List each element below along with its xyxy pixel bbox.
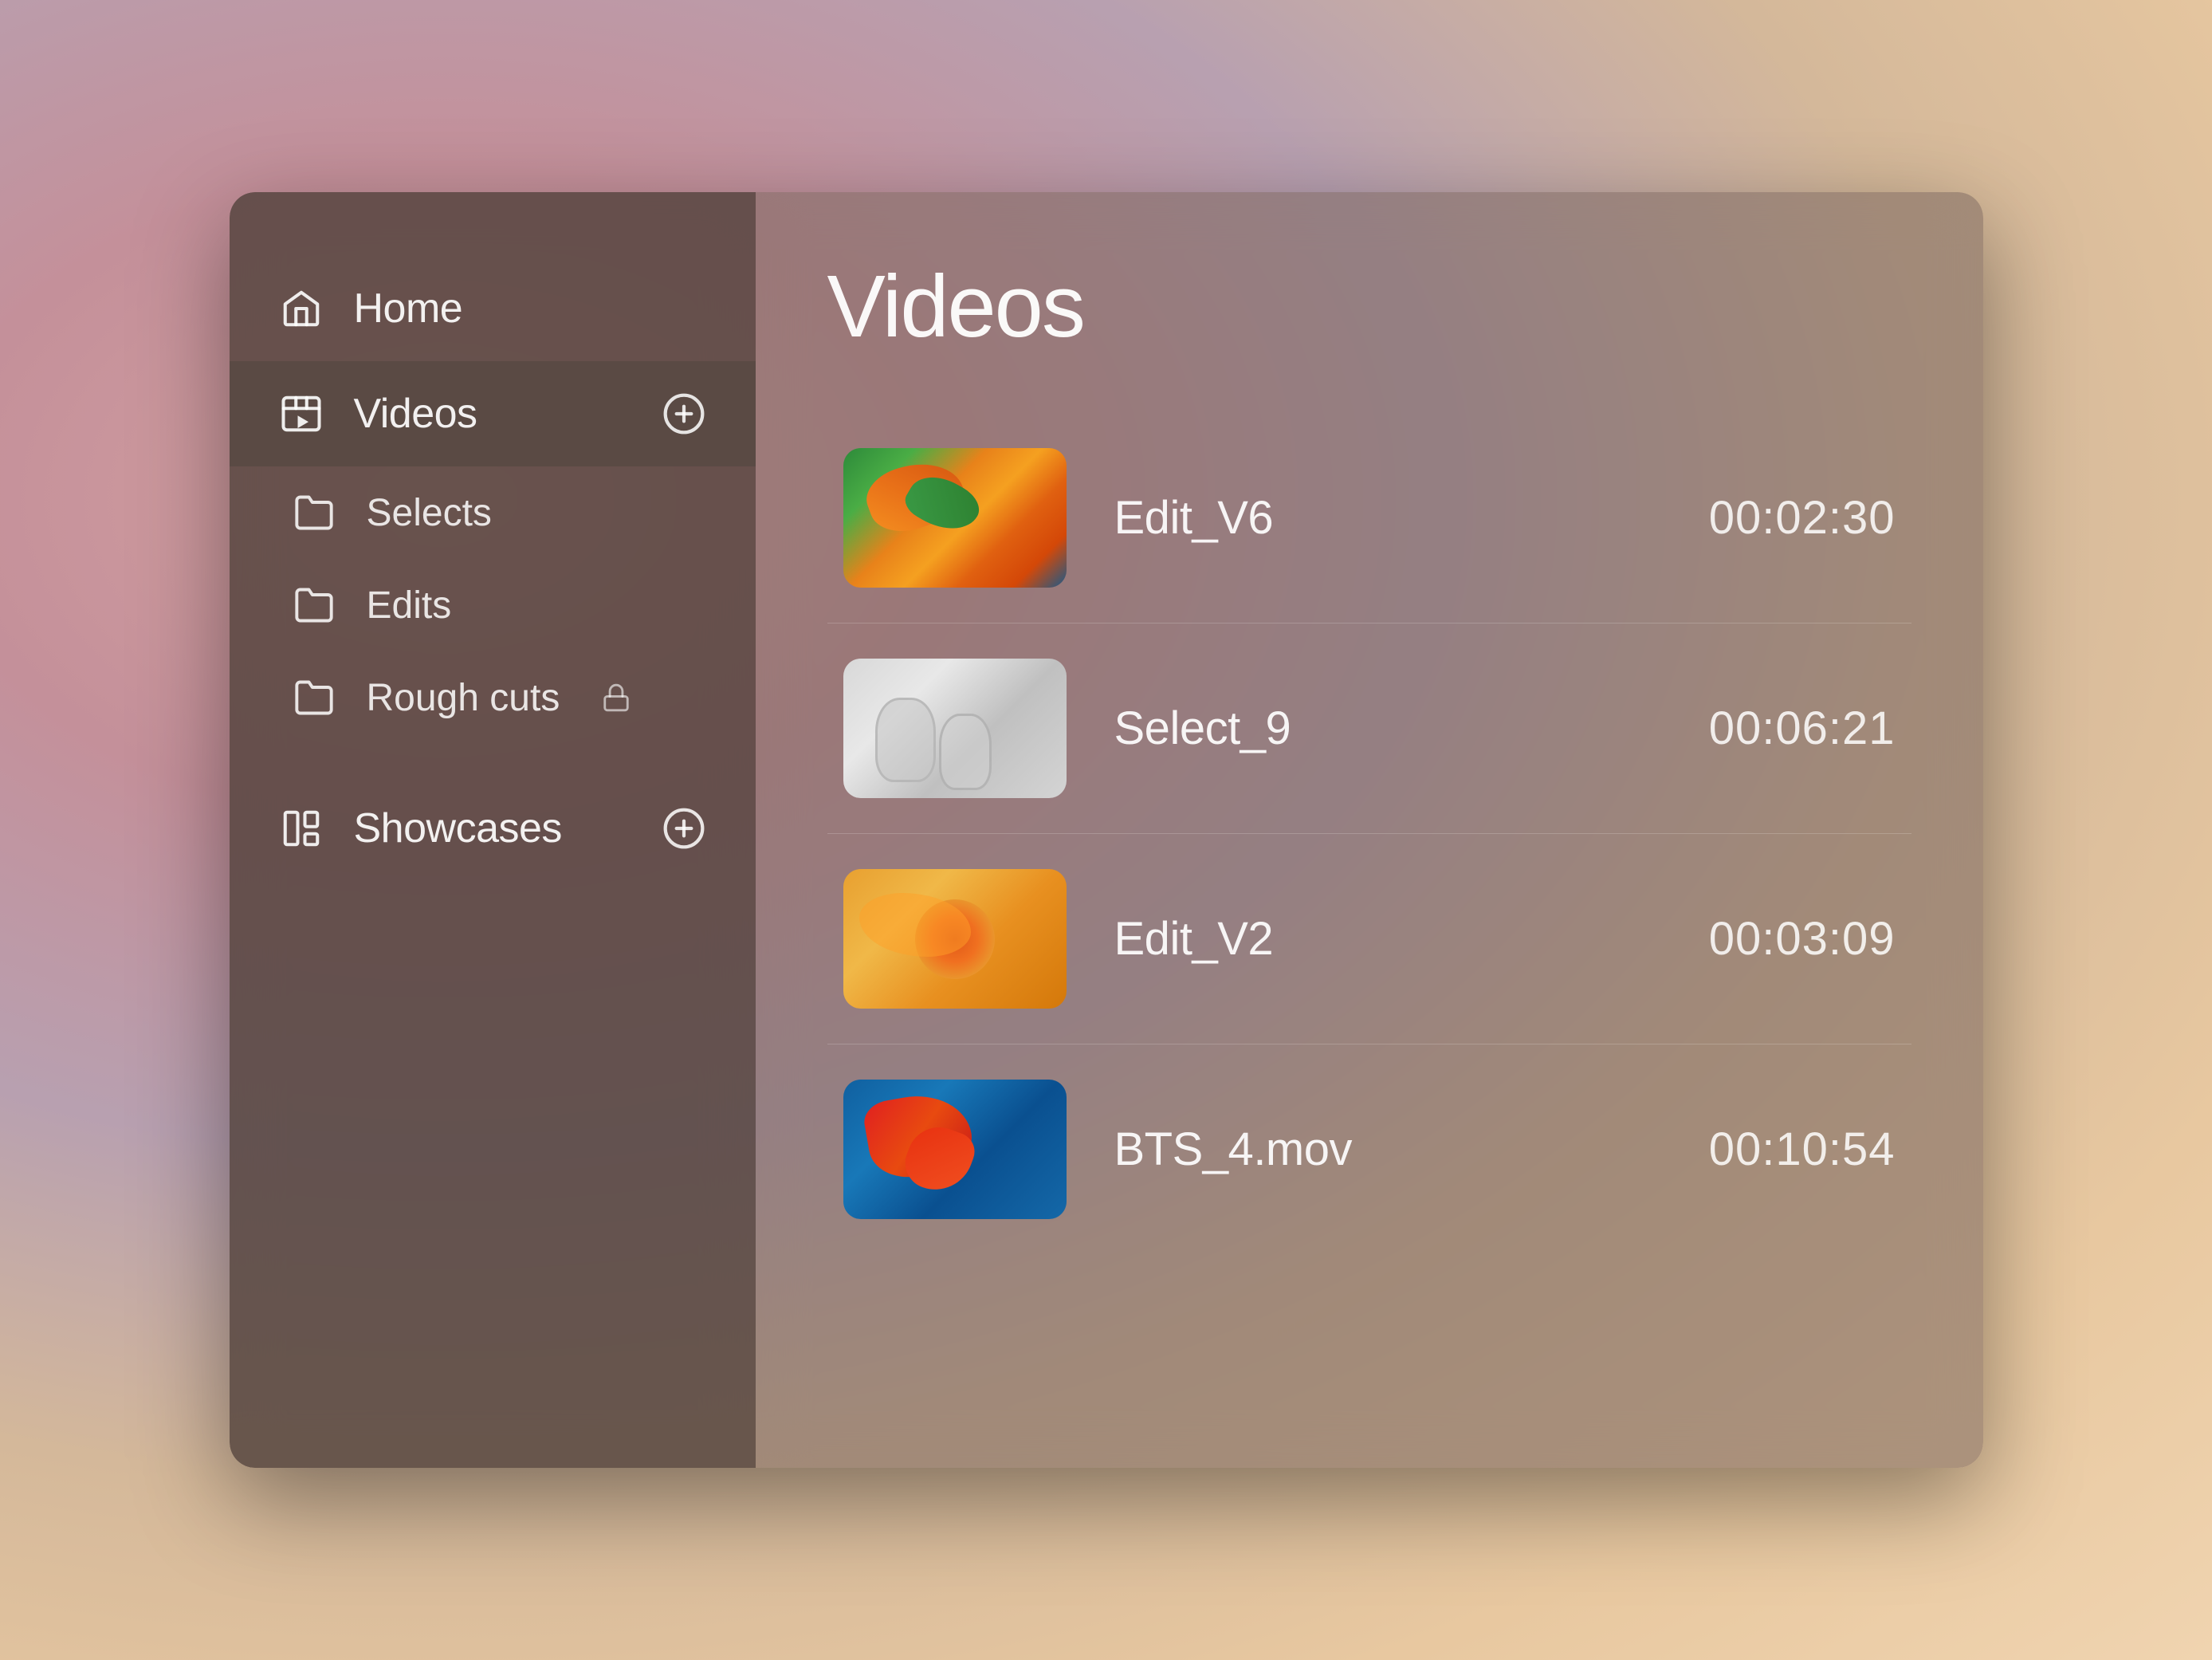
main-content: Videos Edit_V6 00:02:30 Select_9 00:06:2… (756, 192, 1983, 1468)
add-videos-button[interactable] (660, 390, 708, 438)
video-list: Edit_V6 00:02:30 Select_9 00:06:21 Edit_… (827, 413, 1911, 1254)
selects-label: Selects (367, 491, 492, 535)
video-item[interactable]: Edit_V2 00:03:09 (827, 834, 1911, 1044)
video-duration: 00:06:21 (1709, 702, 1896, 755)
lock-icon (601, 682, 631, 713)
page-title: Videos (827, 256, 1911, 357)
video-item[interactable]: BTS_4.mov 00:10:54 (827, 1044, 1911, 1254)
rough-cuts-label: Rough cuts (367, 676, 560, 720)
video-thumbnail (843, 869, 1067, 1009)
video-thumbnail (843, 659, 1067, 798)
video-info: BTS_4.mov 00:10:54 (1114, 1123, 1896, 1176)
video-item[interactable]: Edit_V6 00:02:30 (827, 413, 1911, 623)
sidebar-spacer (230, 744, 756, 776)
sidebar-item-showcases[interactable]: Showcases (230, 776, 756, 881)
sidebar-home-label: Home (354, 285, 463, 332)
video-icon (277, 390, 325, 438)
video-duration: 00:03:09 (1709, 912, 1896, 966)
folder-rough-cuts-icon (293, 675, 338, 720)
video-duration: 00:02:30 (1709, 491, 1896, 545)
app-window: Home Videos (230, 192, 1983, 1468)
sidebar: Home Videos (230, 192, 756, 1468)
sidebar-item-selects[interactable]: Selects (230, 466, 756, 559)
video-name: Edit_V6 (1114, 491, 1274, 545)
sidebar-item-rough-cuts[interactable]: Rough cuts (230, 651, 756, 744)
video-info: Select_9 00:06:21 (1114, 702, 1896, 755)
video-name: Select_9 (1114, 702, 1291, 755)
sidebar-videos-label: Videos (354, 390, 477, 438)
video-info: Edit_V6 00:02:30 (1114, 491, 1896, 545)
video-thumbnail (843, 1080, 1067, 1219)
video-item[interactable]: Select_9 00:06:21 (827, 623, 1911, 834)
sidebar-item-home[interactable]: Home (230, 256, 756, 361)
folder-list: Selects Edits Rough cuts (230, 466, 756, 744)
edits-label: Edits (367, 584, 452, 627)
video-thumbnail (843, 448, 1067, 588)
video-name: BTS_4.mov (1114, 1123, 1353, 1176)
video-name: Edit_V2 (1114, 912, 1274, 966)
add-showcases-button[interactable] (660, 804, 708, 852)
sidebar-item-videos[interactable]: Videos (230, 361, 756, 466)
sidebar-item-edits[interactable]: Edits (230, 559, 756, 651)
video-duration: 00:10:54 (1709, 1123, 1896, 1176)
showcases-label: Showcases (354, 804, 562, 852)
home-icon (277, 285, 325, 332)
folder-selects-icon (293, 490, 338, 535)
folder-edits-icon (293, 583, 338, 627)
video-info: Edit_V2 00:03:09 (1114, 912, 1896, 966)
showcases-icon (277, 804, 325, 852)
